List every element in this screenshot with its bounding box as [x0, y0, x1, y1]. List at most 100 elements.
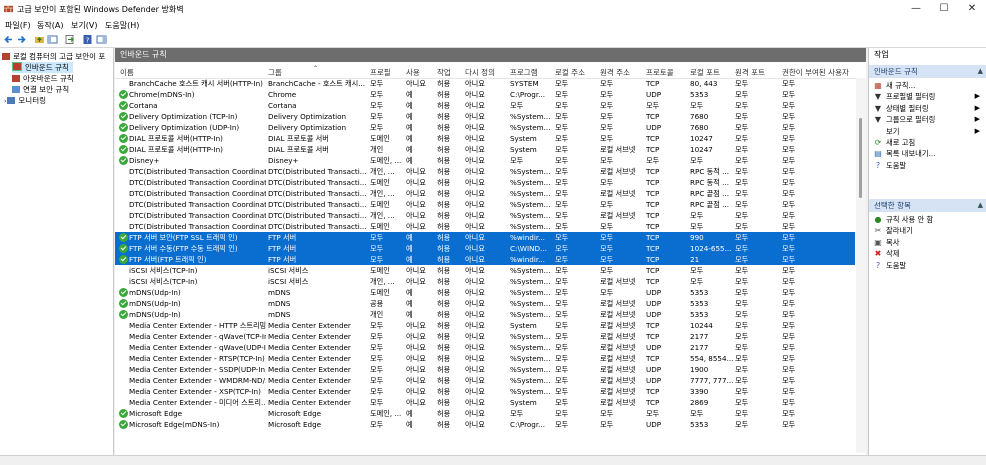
action-item[interactable]: ▤ 목록 내보내기... — [874, 148, 984, 159]
close-button[interactable]: ✕ — [958, 1, 986, 17]
menu-action[interactable]: 동작(A) — [37, 20, 63, 31]
actions-section-inbound-rules[interactable]: 인바운드 규칙 ▲ — [869, 65, 986, 78]
table-row[interactable]: BranchCache 호스트 캐시 서버(HTTP-In) BranchCach… — [115, 78, 855, 89]
tree-root[interactable]: 로컬 컴퓨터의 고급 보안이 포 — [2, 51, 105, 62]
action-item[interactable]: ? 도움말 — [874, 260, 984, 271]
column-header-override[interactable]: 다시 정의 — [465, 67, 495, 78]
column-header-protocol[interactable]: 프로토콜 — [646, 67, 674, 78]
table-row[interactable]: Media Center Extender - qWave(TCP-In) Med… — [115, 331, 855, 342]
cell-local-port: 990 — [690, 233, 704, 242]
action-item[interactable]: ▼ 상태별 필터링 ▶ — [874, 103, 984, 114]
console-tree: 로컬 컴퓨터의 고급 보안이 포 인바운드 규칙 아웃바운드 규칙 연결 보안 … — [0, 48, 114, 455]
table-row[interactable]: Chrome(mDNS-In) Chrome 모두 예 허용 아니요 C:\Progr...… — [115, 89, 855, 100]
table-row[interactable]: Media Center Extender - qWave(UDP-In) Med… — [115, 342, 855, 353]
firewall-app-icon — [4, 5, 13, 13]
cell-action: 허용 — [437, 343, 451, 352]
table-row[interactable]: iSCSI 서비스(TCP-In) iSCSI 서비스 도메인 아니요 허용 아니요 %Sy… — [115, 265, 855, 276]
action-item[interactable]: ? 도움말 — [874, 160, 984, 171]
enabled-rule-icon — [119, 409, 128, 418]
back-icon[interactable] — [3, 34, 14, 45]
table-row[interactable]: Media Center Extender - HTTP 스트리밍... Medi… — [115, 320, 855, 331]
action-item-label: 복사 — [886, 237, 900, 247]
expand-arrow-icon[interactable]: › — [4, 98, 6, 105]
actions-section-selected-items[interactable]: 선택한 항목 ▲ — [869, 199, 986, 212]
column-header-remote-port[interactable]: 원격 포트 — [735, 67, 765, 78]
action-item[interactable]: ● 규칙 사용 안 함 — [874, 214, 984, 225]
column-header-remote-address[interactable]: 원격 주소 — [600, 67, 630, 78]
table-row[interactable]: mDNS(Udp-In) mDNS 공용 예 허용 아니요 %System... 모두 로컬 서… — [115, 298, 855, 309]
table-row[interactable]: DIAL 프로토콜 서버(HTTP-In) DIAL 프로토콜 서버 개인 예 허용 아니… — [115, 144, 855, 155]
action-item[interactable]: 보기 ▶ — [874, 126, 984, 137]
cell-profile: 개인, ... — [370, 211, 395, 220]
cell-authorized-users: 모두 — [782, 365, 796, 374]
tree-item-outbound-rules[interactable]: 아웃바운드 규칙 — [12, 73, 74, 84]
table-row[interactable]: Cortana Cortana 모두 예 허용 아니요 모두 모두 모두 모두 모두 모두 모두 — [115, 100, 855, 111]
table-row[interactable]: iSCSI 서비스(TCP-In) iSCSI 서비스 개인, ... 아니요 허용 아니… — [115, 276, 855, 287]
action-item[interactable]: ▼ 그룹으로 필터링 ▶ — [874, 114, 984, 125]
cell-authorized-users: 모두 — [782, 376, 796, 385]
menu-view[interactable]: 보기(V) — [71, 20, 97, 31]
table-row[interactable]: mDNS(Udp-In) mDNS 도메인 예 허용 아니요 %System... 모두 모두 U… — [115, 287, 855, 298]
column-header-authorized-users[interactable]: 권한이 부여된 사용자 — [782, 67, 849, 78]
column-header-local-port[interactable]: 로컬 포트 — [690, 67, 720, 78]
table-row[interactable]: Media Center Extender - RTSP(TCP-In) Medi… — [115, 353, 855, 364]
cell-remote-port: 모두 — [735, 90, 749, 99]
table-row[interactable]: FTP 서버(FTP 트래픽 인) FTP 서버 모두 예 허용 아니요 %windir..… — [115, 254, 855, 265]
properties-pane-icon[interactable] — [96, 34, 107, 45]
action-item[interactable]: ▼ 프로필별 필터링 ▶ — [874, 91, 984, 102]
table-row[interactable]: Microsoft Edge Microsoft Edge 도메인, ... 예 허용 아… — [115, 408, 855, 419]
tree-item-inbound-rules[interactable]: 인바운드 규칙 — [12, 62, 73, 73]
menu-help[interactable]: 도움말(H) — [105, 20, 139, 31]
table-row[interactable]: DTC(Distributed Transaction Coordinato..… — [115, 210, 855, 221]
table-row[interactable]: Media Center Extender - WMDRM-ND/... Medi… — [115, 375, 855, 386]
tree-item-monitoring[interactable]: › 모니터링 — [4, 95, 46, 106]
table-row[interactable]: Delivery Optimization (UDP-In) Delivery O… — [115, 122, 855, 133]
column-header-name[interactable]: 이름 — [120, 67, 134, 78]
cell-local-address: 모두 — [555, 200, 569, 209]
up-folder-icon[interactable] — [34, 34, 45, 45]
table-row[interactable]: Disney+ Disney+ 도메인, ... 예 허용 아니요 모두 모두 모두 모두 모두 모두… — [115, 155, 855, 166]
scrollbar-thumb[interactable] — [859, 118, 862, 198]
table-row[interactable]: DIAL 프로토콜 서버(HTTP-In) DIAL 프로토콜 서버 도메인 예 허용 아… — [115, 133, 855, 144]
table-row[interactable]: mDNS(Udp-In) mDNS 개인 예 허용 아니요 %System... 모두 로컬 서… — [115, 309, 855, 320]
collapse-icon[interactable]: ▲ — [978, 65, 983, 78]
table-row[interactable]: Media Center Extender - XSP(TCP-In) Media… — [115, 386, 855, 397]
table-row[interactable]: Media Center Extender - 미디어 스트리... Media … — [115, 397, 855, 408]
collapse-icon[interactable]: ▲ — [978, 199, 983, 212]
table-row[interactable]: DTC(Distributed Transaction Coordinato..… — [115, 177, 855, 188]
column-header-program[interactable]: 프로그램 — [510, 67, 538, 78]
cell-remote-address: 로컬 서브넷 — [600, 299, 636, 308]
action-item[interactable]: ✖ 삭제 — [874, 248, 984, 259]
column-header-group[interactable]: 그룹 — [268, 67, 282, 78]
forward-icon[interactable] — [16, 34, 27, 45]
table-row[interactable]: Media Center Extender - SSDP(UDP-In) Medi… — [115, 364, 855, 375]
table-row[interactable]: Microsoft Edge(mDNS-In) Microsoft Edge 모두 예… — [115, 419, 855, 430]
table-row[interactable]: FTP 서버 수동(FTP 수동 트래픽 인) FTP 서버 모두 예 허용 아니요 C:\… — [115, 243, 855, 254]
cell-protocol: UDP — [646, 376, 662, 385]
table-row[interactable]: Delivery Optimization (TCP-In) Delivery O… — [115, 111, 855, 122]
action-item[interactable]: ▦ 새 규칙... — [874, 80, 984, 91]
action-item[interactable]: ✂ 잘라내기 — [874, 225, 984, 236]
menu-file[interactable]: 파일(F) — [5, 20, 31, 31]
export-list-icon[interactable] — [64, 34, 75, 45]
column-header-local-address[interactable]: 로컬 주소 — [555, 67, 585, 78]
cell-name: FTP 서버 보안(FTP SSL 트래픽 인) — [129, 233, 238, 242]
table-row[interactable]: DTC(Distributed Transaction Coordinato..… — [115, 221, 855, 232]
vertical-scrollbar[interactable] — [856, 78, 866, 453]
minimize-button[interactable]: — — [902, 1, 930, 17]
tree-item-connection-security-rules[interactable]: 연결 보안 규칙 — [12, 84, 69, 95]
column-header-profile[interactable]: 프로필 — [370, 67, 391, 78]
column-header-enabled[interactable]: 사용 — [406, 67, 420, 78]
action-item[interactable]: ⟳ 새로 고침 — [874, 137, 984, 148]
action-item[interactable]: ▣ 복사 — [874, 237, 984, 248]
table-row[interactable]: DTC(Distributed Transaction Coordinato..… — [115, 199, 855, 210]
show-hide-console-tree-icon[interactable] — [47, 34, 58, 45]
cell-group: Media Center Extender — [268, 398, 351, 407]
table-row[interactable]: DTC(Distributed Transaction Coordinato..… — [115, 166, 855, 177]
maximize-button[interactable]: ☐ — [930, 1, 958, 17]
table-row[interactable]: DTC(Distributed Transaction Coordinato..… — [115, 188, 855, 199]
cell-action: 허용 — [437, 112, 451, 121]
table-row[interactable]: FTP 서버 보안(FTP SSL 트래픽 인) FTP 서버 모두 예 허용 아니요 %w… — [115, 232, 855, 243]
help-icon[interactable]: ? — [82, 34, 93, 45]
column-header-action[interactable]: 작업 — [437, 67, 451, 78]
